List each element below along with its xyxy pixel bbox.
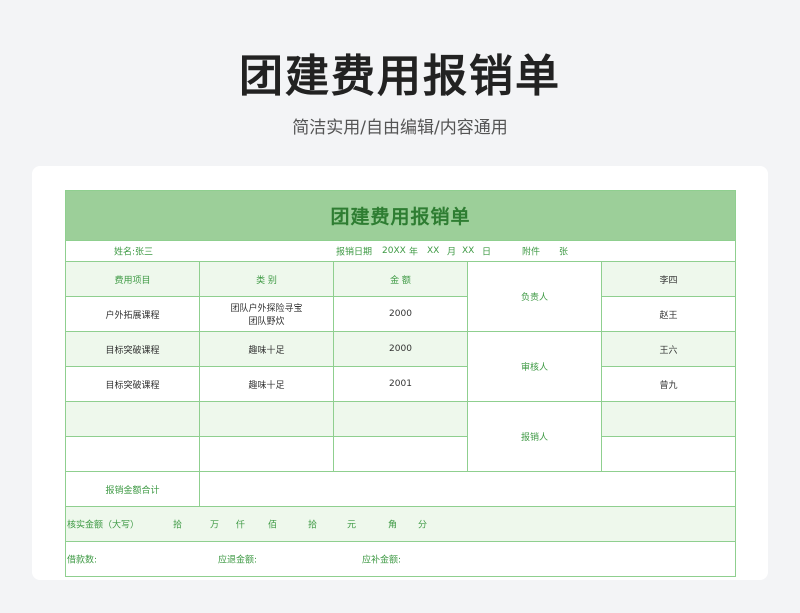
date-day[interactable]: XX	[462, 246, 474, 256]
page-subtitle: 简洁实用/自由编辑/内容通用	[292, 118, 508, 138]
info-row: 姓名:张三 报销日期 20XX 年 XX 月 XX 日 附件 张	[65, 240, 736, 262]
total-label: 报销金额合计	[65, 471, 200, 507]
unit-shi-2: 拾	[308, 520, 318, 531]
role-label-responsible: 负责人	[467, 261, 602, 332]
header-amount: 金 额	[333, 261, 468, 297]
row1-item[interactable]: 户外拓展课程	[65, 296, 200, 332]
total-value[interactable]	[199, 471, 736, 507]
date-month[interactable]: XX	[427, 246, 439, 256]
verified-amount-row[interactable]: 核实金额（大写） 拾 万 仟 佰 拾 元 角 分	[65, 506, 736, 542]
row1-category-line2: 团队野炊	[248, 317, 285, 327]
role-responsible-person2[interactable]: 赵王	[601, 296, 736, 332]
role-responsible-person1[interactable]: 李四	[601, 261, 736, 297]
unit-fen: 分	[418, 520, 428, 531]
settlement-row[interactable]: 借款数: 应退金额: 应补金额:	[65, 541, 736, 577]
row5-category[interactable]	[199, 436, 334, 472]
row5-amount[interactable]	[333, 436, 468, 472]
row1-amount[interactable]: 2000	[333, 296, 468, 332]
form-card: 团建费用报销单 姓名:张三 报销日期 20XX 年 XX 月 XX 日 附件 张…	[32, 166, 768, 580]
year-unit: 年	[409, 247, 419, 258]
role-label-reviewer: 审核人	[467, 331, 602, 402]
name-field[interactable]: 姓名:张三	[114, 245, 153, 258]
verified-label: 核实金额（大写）	[67, 520, 140, 531]
loan-label: 借款数:	[67, 555, 98, 566]
page-title: 团建费用报销单	[239, 51, 561, 102]
role-reviewer-person1[interactable]: 王六	[601, 331, 736, 367]
role-reviewer-person2[interactable]: 曾九	[601, 366, 736, 402]
attachment-unit: 张	[559, 247, 569, 258]
row3-item[interactable]: 目标突破课程	[65, 366, 200, 402]
unit-wan: 万	[210, 520, 220, 531]
supplement-label: 应补金额:	[362, 555, 402, 566]
day-unit: 日	[482, 247, 492, 258]
role-claimant-person1[interactable]	[601, 401, 736, 437]
row3-amount[interactable]: 2001	[333, 366, 468, 402]
row2-amount[interactable]: 2000	[333, 331, 468, 367]
form-title: 团建费用报销单	[65, 190, 736, 241]
row5-item[interactable]	[65, 436, 200, 472]
row1-category-line1: 团队户外探险寻宝	[230, 304, 303, 314]
row3-category[interactable]: 趣味十足	[199, 366, 334, 402]
month-unit: 月	[447, 247, 457, 258]
date-label: 报销日期	[336, 247, 373, 258]
date-year[interactable]: 20XX	[382, 246, 406, 256]
attachment-label: 附件	[522, 247, 541, 258]
unit-yuan: 元	[347, 520, 357, 531]
row1-category[interactable]: 团队户外探险寻宝 团队野炊	[199, 296, 334, 332]
role-label-claimant: 报销人	[467, 401, 602, 472]
header-item: 费用项目	[65, 261, 200, 297]
unit-shi-1: 拾	[173, 520, 183, 531]
role-claimant-person2[interactable]	[601, 436, 736, 472]
unit-qian: 仟	[236, 520, 246, 531]
row4-item[interactable]	[65, 401, 200, 437]
refund-label: 应退金额:	[218, 555, 258, 566]
unit-bai: 佰	[268, 520, 278, 531]
header-category: 类 别	[199, 261, 334, 297]
reimbursement-sheet: 团建费用报销单 姓名:张三 报销日期 20XX 年 XX 月 XX 日 附件 张…	[65, 190, 736, 577]
row4-category[interactable]	[199, 401, 334, 437]
row2-item[interactable]: 目标突破课程	[65, 331, 200, 367]
row2-category[interactable]: 趣味十足	[199, 331, 334, 367]
row4-amount[interactable]	[333, 401, 468, 437]
unit-jiao: 角	[388, 520, 398, 531]
